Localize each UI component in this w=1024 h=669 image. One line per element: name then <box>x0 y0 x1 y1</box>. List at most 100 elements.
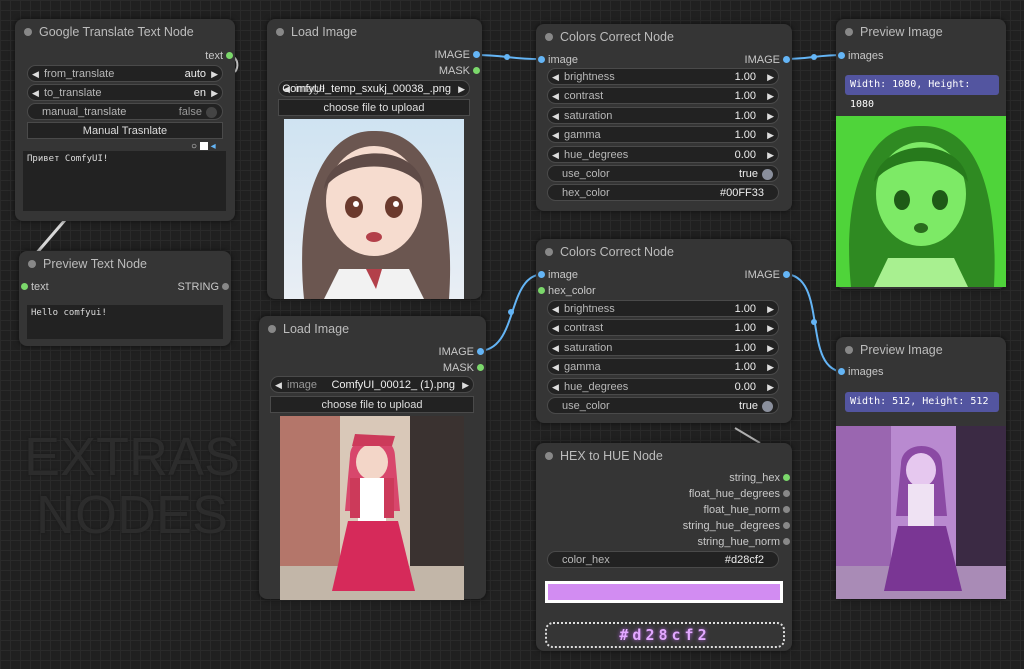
output-image[interactable]: IMAGE <box>435 48 480 62</box>
left-arrow-icon[interactable]: ◀ <box>552 340 559 357</box>
output-port-icon[interactable] <box>783 271 790 278</box>
output-string[interactable]: STRING <box>177 280 229 294</box>
output-image[interactable]: IMAGE <box>745 268 790 282</box>
left-arrow-icon[interactable]: ◀ <box>275 377 282 394</box>
output-text[interactable]: text <box>205 49 233 63</box>
output-port-icon[interactable] <box>226 52 233 59</box>
input-images[interactable]: images <box>838 365 883 379</box>
input-hex-color[interactable]: hex_color <box>538 284 596 298</box>
contrast-slider[interactable]: ◀ contrast 1.00 ▶ <box>547 87 779 104</box>
left-arrow-icon[interactable]: ◀ <box>552 147 559 164</box>
manual-translate-toggle[interactable]: manual_translate false <box>27 103 223 120</box>
input-port-icon[interactable] <box>838 52 845 59</box>
image-select-combo[interactable]: ◀ image ComfyUI_temp_sxukj_00038_.png ▶ <box>278 80 470 97</box>
output-port-icon[interactable] <box>473 67 480 74</box>
left-arrow-icon[interactable]: ◀ <box>552 108 559 125</box>
output-mask[interactable]: MASK <box>439 64 480 78</box>
output-port-icon[interactable] <box>783 490 790 497</box>
right-arrow-icon[interactable]: ▶ <box>767 147 774 164</box>
right-arrow-icon[interactable]: ▶ <box>767 320 774 337</box>
output-port-icon[interactable] <box>783 56 790 63</box>
left-arrow-icon[interactable]: ◀ <box>32 85 39 102</box>
right-arrow-icon[interactable]: ▶ <box>211 85 218 102</box>
collapse-dot-icon[interactable] <box>24 28 32 36</box>
left-arrow-icon[interactable]: ◀ <box>32 66 39 83</box>
checkbox-icon[interactable] <box>199 142 208 151</box>
left-arrow-icon[interactable]: ◀ <box>552 69 559 86</box>
input-image[interactable]: image <box>538 268 578 282</box>
input-port-icon[interactable] <box>21 283 28 290</box>
output-float-hue-degrees[interactable]: float_hue_degrees <box>689 487 790 501</box>
input-port-icon[interactable] <box>538 271 545 278</box>
manual-translate-button[interactable]: Manual Trasnlate <box>27 122 223 139</box>
hue-degrees-slider[interactable]: ◀ hue_degrees 0.00 ▶ <box>547 146 779 163</box>
output-port-icon[interactable] <box>783 538 790 545</box>
preview-text-node[interactable]: Preview Text Node text STRING Hello comf… <box>19 251 231 346</box>
collapse-dot-icon[interactable] <box>545 248 553 256</box>
collapse-dot-icon[interactable] <box>28 260 36 268</box>
right-arrow-icon[interactable]: ▶ <box>767 340 774 357</box>
right-arrow-icon[interactable]: ▶ <box>767 127 774 144</box>
output-port-icon[interactable] <box>477 348 484 355</box>
collapse-dot-icon[interactable] <box>845 346 853 354</box>
right-arrow-icon[interactable]: ▶ <box>767 108 774 125</box>
color-hex-field[interactable]: color_hex #d28cf2 <box>547 551 779 568</box>
saturation-slider[interactable]: ◀ saturation 1.00 ▶ <box>547 107 779 124</box>
output-port-icon[interactable] <box>783 506 790 513</box>
preview-image-node-1[interactable]: Preview Image images Width: 1080, Height… <box>836 19 1006 289</box>
collapse-dot-icon[interactable] <box>545 452 553 460</box>
hex-color-field[interactable]: hex_color #00FF33 <box>547 184 779 201</box>
collapse-dot-icon[interactable] <box>268 325 276 333</box>
output-string-hex[interactable]: string_hex <box>729 471 790 485</box>
right-arrow-icon[interactable]: ▶ <box>211 66 218 83</box>
right-arrow-icon[interactable]: ▶ <box>767 359 774 376</box>
left-arrow-icon[interactable]: ◀ <box>552 359 559 376</box>
brightness-slider[interactable]: ◀ brightness 1.00 ▶ <box>547 300 779 317</box>
output-port-icon[interactable] <box>477 364 484 371</box>
brightness-slider[interactable]: ◀ brightness 1.00 ▶ <box>547 68 779 85</box>
output-image[interactable]: IMAGE <box>745 53 790 67</box>
left-arrow-icon[interactable]: ◀ <box>552 320 559 337</box>
gamma-slider[interactable]: ◀ gamma 1.00 ▶ <box>547 358 779 375</box>
input-port-icon[interactable] <box>538 56 545 63</box>
colors-correct-node-1[interactable]: Colors Correct Node image IMAGE ◀ brightn… <box>536 24 792 211</box>
output-string-hue-norm[interactable]: string_hue_norm <box>697 535 790 549</box>
input-image[interactable]: image <box>538 53 578 67</box>
load-image-node-1[interactable]: Load Image IMAGE MASK ◀ image ComfyUI_te… <box>267 19 482 299</box>
output-mask[interactable]: MASK <box>443 361 484 375</box>
preview-image-node-2[interactable]: Preview Image images Width: 512, Height:… <box>836 337 1006 599</box>
right-arrow-icon[interactable]: ▶ <box>767 88 774 105</box>
output-port-icon[interactable] <box>222 283 229 290</box>
input-port-icon[interactable] <box>838 368 845 375</box>
from-translate-combo[interactable]: ◀ from_translate auto ▶ <box>27 65 223 82</box>
google-translate-node[interactable]: Google Translate Text Node text ◀ from_t… <box>15 19 235 221</box>
output-image[interactable]: IMAGE <box>439 345 484 359</box>
output-port-icon[interactable] <box>783 522 790 529</box>
load-image-node-2[interactable]: Load Image IMAGE MASK ◀ image ComfyUI_00… <box>259 316 486 600</box>
to-translate-combo[interactable]: ◀ to_translate en ▶ <box>27 84 223 101</box>
right-arrow-icon[interactable]: ▶ <box>462 377 469 394</box>
use-color-toggle[interactable]: use_color true <box>547 165 779 182</box>
output-string-hue-degrees[interactable]: string_hue_degrees <box>683 519 790 533</box>
left-arrow-icon[interactable]: ◀ <box>552 301 559 318</box>
left-arrow-icon[interactable]: ◀ <box>552 127 559 144</box>
collapse-dot-icon[interactable] <box>276 28 284 36</box>
hex-to-hue-node[interactable]: HEX to HUE Node string_hex float_hue_deg… <box>536 443 792 651</box>
image-select-combo[interactable]: ◀ image ComfyUI_00012_ (1).png ▶ <box>270 376 474 393</box>
hue-degrees-slider[interactable]: ◀ hue_degrees 0.00 ▶ <box>547 378 779 395</box>
output-port-icon[interactable] <box>473 51 480 58</box>
left-arrow-icon[interactable]: ◀ <box>552 88 559 105</box>
output-float-hue-norm[interactable]: float_hue_norm <box>704 503 790 517</box>
choose-file-button[interactable]: choose file to upload <box>270 396 474 413</box>
right-arrow-icon[interactable]: ▶ <box>458 81 465 98</box>
colors-correct-node-2[interactable]: Colors Correct Node image hex_color IMAG… <box>536 239 792 423</box>
input-images[interactable]: images <box>838 49 883 63</box>
right-arrow-icon[interactable]: ▶ <box>767 69 774 86</box>
translate-textarea[interactable]: Привет ComfyUI! <box>23 151 226 211</box>
use-color-toggle[interactable]: use_color true <box>547 397 779 414</box>
gamma-slider[interactable]: ◀ gamma 1.00 ▶ <box>547 126 779 143</box>
collapse-dot-icon[interactable] <box>845 28 853 36</box>
contrast-slider[interactable]: ◀ contrast 1.00 ▶ <box>547 319 779 336</box>
choose-file-button[interactable]: choose file to upload <box>278 99 470 116</box>
right-arrow-icon[interactable]: ▶ <box>767 301 774 318</box>
